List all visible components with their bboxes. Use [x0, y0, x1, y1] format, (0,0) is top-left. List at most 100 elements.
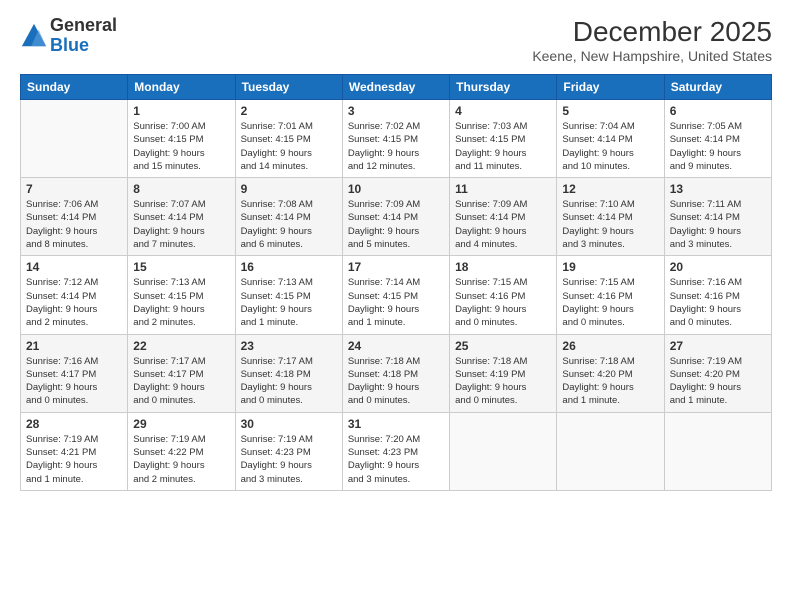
calendar-cell-w5-d2: 29 Sunrise: 7:19 AM Sunset: 4:22 PM Dayli…: [128, 412, 235, 490]
calendar-cell-w1-d1: [21, 100, 128, 178]
day-info: Sunrise: 7:02 AM Sunset: 4:15 PM Dayligh…: [348, 120, 444, 173]
day-info: Sunrise: 7:08 AM Sunset: 4:14 PM Dayligh…: [241, 198, 337, 251]
calendar-cell-w2-d4: 10 Sunrise: 7:09 AM Sunset: 4:14 PM Dayli…: [342, 178, 449, 256]
calendar-cell-w2-d3: 9 Sunrise: 7:08 AM Sunset: 4:14 PM Daylig…: [235, 178, 342, 256]
day-number: 1: [133, 104, 229, 118]
calendar-cell-w1-d6: 5 Sunrise: 7:04 AM Sunset: 4:14 PM Daylig…: [557, 100, 664, 178]
day-info: Sunrise: 7:01 AM Sunset: 4:15 PM Dayligh…: [241, 120, 337, 173]
day-number: 12: [562, 182, 658, 196]
day-info: Sunrise: 7:06 AM Sunset: 4:14 PM Dayligh…: [26, 198, 122, 251]
day-info: Sunrise: 7:15 AM Sunset: 4:16 PM Dayligh…: [455, 276, 551, 329]
week-row-2: 7 Sunrise: 7:06 AM Sunset: 4:14 PM Daylig…: [21, 178, 772, 256]
day-info: Sunrise: 7:19 AM Sunset: 4:22 PM Dayligh…: [133, 433, 229, 486]
calendar-cell-w5-d4: 31 Sunrise: 7:20 AM Sunset: 4:23 PM Dayli…: [342, 412, 449, 490]
calendar-cell-w2-d7: 13 Sunrise: 7:11 AM Sunset: 4:14 PM Dayli…: [664, 178, 771, 256]
day-number: 14: [26, 260, 122, 274]
day-number: 6: [670, 104, 766, 118]
calendar-cell-w4-d3: 23Sunrise: 7:17 AM Sunset: 4:18 PM Dayli…: [235, 334, 342, 412]
header-row: Sunday Monday Tuesday Wednesday Thursday…: [21, 75, 772, 100]
calendar-cell-w5-d3: 30 Sunrise: 7:19 AM Sunset: 4:23 PM Dayli…: [235, 412, 342, 490]
day-info: Sunrise: 7:16 AM Sunset: 4:17 PM Dayligh…: [26, 355, 122, 408]
day-info: Sunrise: 7:12 AM Sunset: 4:14 PM Dayligh…: [26, 276, 122, 329]
day-number: 2: [241, 104, 337, 118]
calendar-cell-w4-d6: 26 Sunrise: 7:18 AM Sunset: 4:20 PM Dayli…: [557, 334, 664, 412]
calendar-cell-w1-d7: 6 Sunrise: 7:05 AM Sunset: 4:14 PM Daylig…: [664, 100, 771, 178]
day-info: Sunrise: 7:09 AM Sunset: 4:14 PM Dayligh…: [348, 198, 444, 251]
calendar-cell-w4-d5: 25 Sunrise: 7:18 AM Sunset: 4:19 PM Dayli…: [450, 334, 557, 412]
week-row-3: 14 Sunrise: 7:12 AM Sunset: 4:14 PM Dayli…: [21, 256, 772, 334]
calendar-subtitle: Keene, New Hampshire, United States: [532, 48, 772, 64]
day-number: 29: [133, 417, 229, 431]
day-number: 19: [562, 260, 658, 274]
calendar-title: December 2025: [532, 16, 772, 48]
day-info: Sunrise: 7:20 AM Sunset: 4:23 PM Dayligh…: [348, 433, 444, 486]
day-number: 15: [133, 260, 229, 274]
day-number: 30: [241, 417, 337, 431]
day-number: 27: [670, 339, 766, 353]
header-tuesday: Tuesday: [235, 75, 342, 100]
day-number: 26: [562, 339, 658, 353]
calendar-cell-w2-d6: 12 Sunrise: 7:10 AM Sunset: 4:14 PM Dayli…: [557, 178, 664, 256]
calendar-cell-w4-d7: 27 Sunrise: 7:19 AM Sunset: 4:20 PM Dayli…: [664, 334, 771, 412]
calendar-table: Sunday Monday Tuesday Wednesday Thursday…: [20, 74, 772, 491]
calendar-cell-w3-d6: 19 Sunrise: 7:15 AM Sunset: 4:16 PM Dayli…: [557, 256, 664, 334]
day-info: Sunrise: 7:03 AM Sunset: 4:15 PM Dayligh…: [455, 120, 551, 173]
day-number: 21: [26, 339, 122, 353]
week-row-5: 28 Sunrise: 7:19 AM Sunset: 4:21 PM Dayli…: [21, 412, 772, 490]
calendar-cell-w2-d2: 8 Sunrise: 7:07 AM Sunset: 4:14 PM Daylig…: [128, 178, 235, 256]
day-number: 5: [562, 104, 658, 118]
day-number: 9: [241, 182, 337, 196]
calendar-cell-w3-d7: 20 Sunrise: 7:16 AM Sunset: 4:16 PM Dayli…: [664, 256, 771, 334]
page: General Blue December 2025 Keene, New Ha…: [0, 0, 792, 612]
calendar-cell-w1-d2: 1Sunrise: 7:00 AM Sunset: 4:15 PM Daylig…: [128, 100, 235, 178]
day-number: 31: [348, 417, 444, 431]
header: General Blue December 2025 Keene, New Ha…: [20, 16, 772, 64]
day-number: 28: [26, 417, 122, 431]
logo: General Blue: [20, 16, 117, 56]
calendar-cell-w3-d4: 17Sunrise: 7:14 AM Sunset: 4:15 PM Dayli…: [342, 256, 449, 334]
calendar-cell-w5-d5: [450, 412, 557, 490]
calendar-cell-w3-d3: 16Sunrise: 7:13 AM Sunset: 4:15 PM Dayli…: [235, 256, 342, 334]
day-info: Sunrise: 7:10 AM Sunset: 4:14 PM Dayligh…: [562, 198, 658, 251]
calendar-cell-w4-d1: 21 Sunrise: 7:16 AM Sunset: 4:17 PM Dayli…: [21, 334, 128, 412]
day-number: 20: [670, 260, 766, 274]
day-info: Sunrise: 7:13 AM Sunset: 4:15 PM Dayligh…: [241, 276, 337, 329]
day-number: 17: [348, 260, 444, 274]
calendar-cell-w5-d6: [557, 412, 664, 490]
day-info: Sunrise: 7:19 AM Sunset: 4:23 PM Dayligh…: [241, 433, 337, 486]
header-monday: Monday: [128, 75, 235, 100]
week-row-1: 1Sunrise: 7:00 AM Sunset: 4:15 PM Daylig…: [21, 100, 772, 178]
logo-blue: Blue: [50, 35, 89, 55]
calendar-cell-w1-d4: 3Sunrise: 7:02 AM Sunset: 4:15 PM Daylig…: [342, 100, 449, 178]
day-info: Sunrise: 7:07 AM Sunset: 4:14 PM Dayligh…: [133, 198, 229, 251]
day-number: 10: [348, 182, 444, 196]
day-number: 8: [133, 182, 229, 196]
day-number: 18: [455, 260, 551, 274]
calendar-cell-w2-d1: 7 Sunrise: 7:06 AM Sunset: 4:14 PM Daylig…: [21, 178, 128, 256]
calendar-cell-w5-d7: [664, 412, 771, 490]
calendar-cell-w5-d1: 28 Sunrise: 7:19 AM Sunset: 4:21 PM Dayli…: [21, 412, 128, 490]
day-info: Sunrise: 7:18 AM Sunset: 4:20 PM Dayligh…: [562, 355, 658, 408]
calendar-cell-w1-d5: 4 Sunrise: 7:03 AM Sunset: 4:15 PM Daylig…: [450, 100, 557, 178]
day-number: 13: [670, 182, 766, 196]
header-thursday: Thursday: [450, 75, 557, 100]
day-number: 24: [348, 339, 444, 353]
day-number: 4: [455, 104, 551, 118]
day-info: Sunrise: 7:17 AM Sunset: 4:18 PM Dayligh…: [241, 355, 337, 408]
day-info: Sunrise: 7:09 AM Sunset: 4:14 PM Dayligh…: [455, 198, 551, 251]
header-sunday: Sunday: [21, 75, 128, 100]
day-info: Sunrise: 7:18 AM Sunset: 4:19 PM Dayligh…: [455, 355, 551, 408]
day-info: Sunrise: 7:19 AM Sunset: 4:21 PM Dayligh…: [26, 433, 122, 486]
header-saturday: Saturday: [664, 75, 771, 100]
day-info: Sunrise: 7:15 AM Sunset: 4:16 PM Dayligh…: [562, 276, 658, 329]
day-info: Sunrise: 7:05 AM Sunset: 4:14 PM Dayligh…: [670, 120, 766, 173]
logo-general: General: [50, 15, 117, 35]
day-number: 25: [455, 339, 551, 353]
day-info: Sunrise: 7:04 AM Sunset: 4:14 PM Dayligh…: [562, 120, 658, 173]
title-block: December 2025 Keene, New Hampshire, Unit…: [532, 16, 772, 64]
day-info: Sunrise: 7:11 AM Sunset: 4:14 PM Dayligh…: [670, 198, 766, 251]
header-wednesday: Wednesday: [342, 75, 449, 100]
day-info: Sunrise: 7:16 AM Sunset: 4:16 PM Dayligh…: [670, 276, 766, 329]
day-number: 7: [26, 182, 122, 196]
day-info: Sunrise: 7:19 AM Sunset: 4:20 PM Dayligh…: [670, 355, 766, 408]
